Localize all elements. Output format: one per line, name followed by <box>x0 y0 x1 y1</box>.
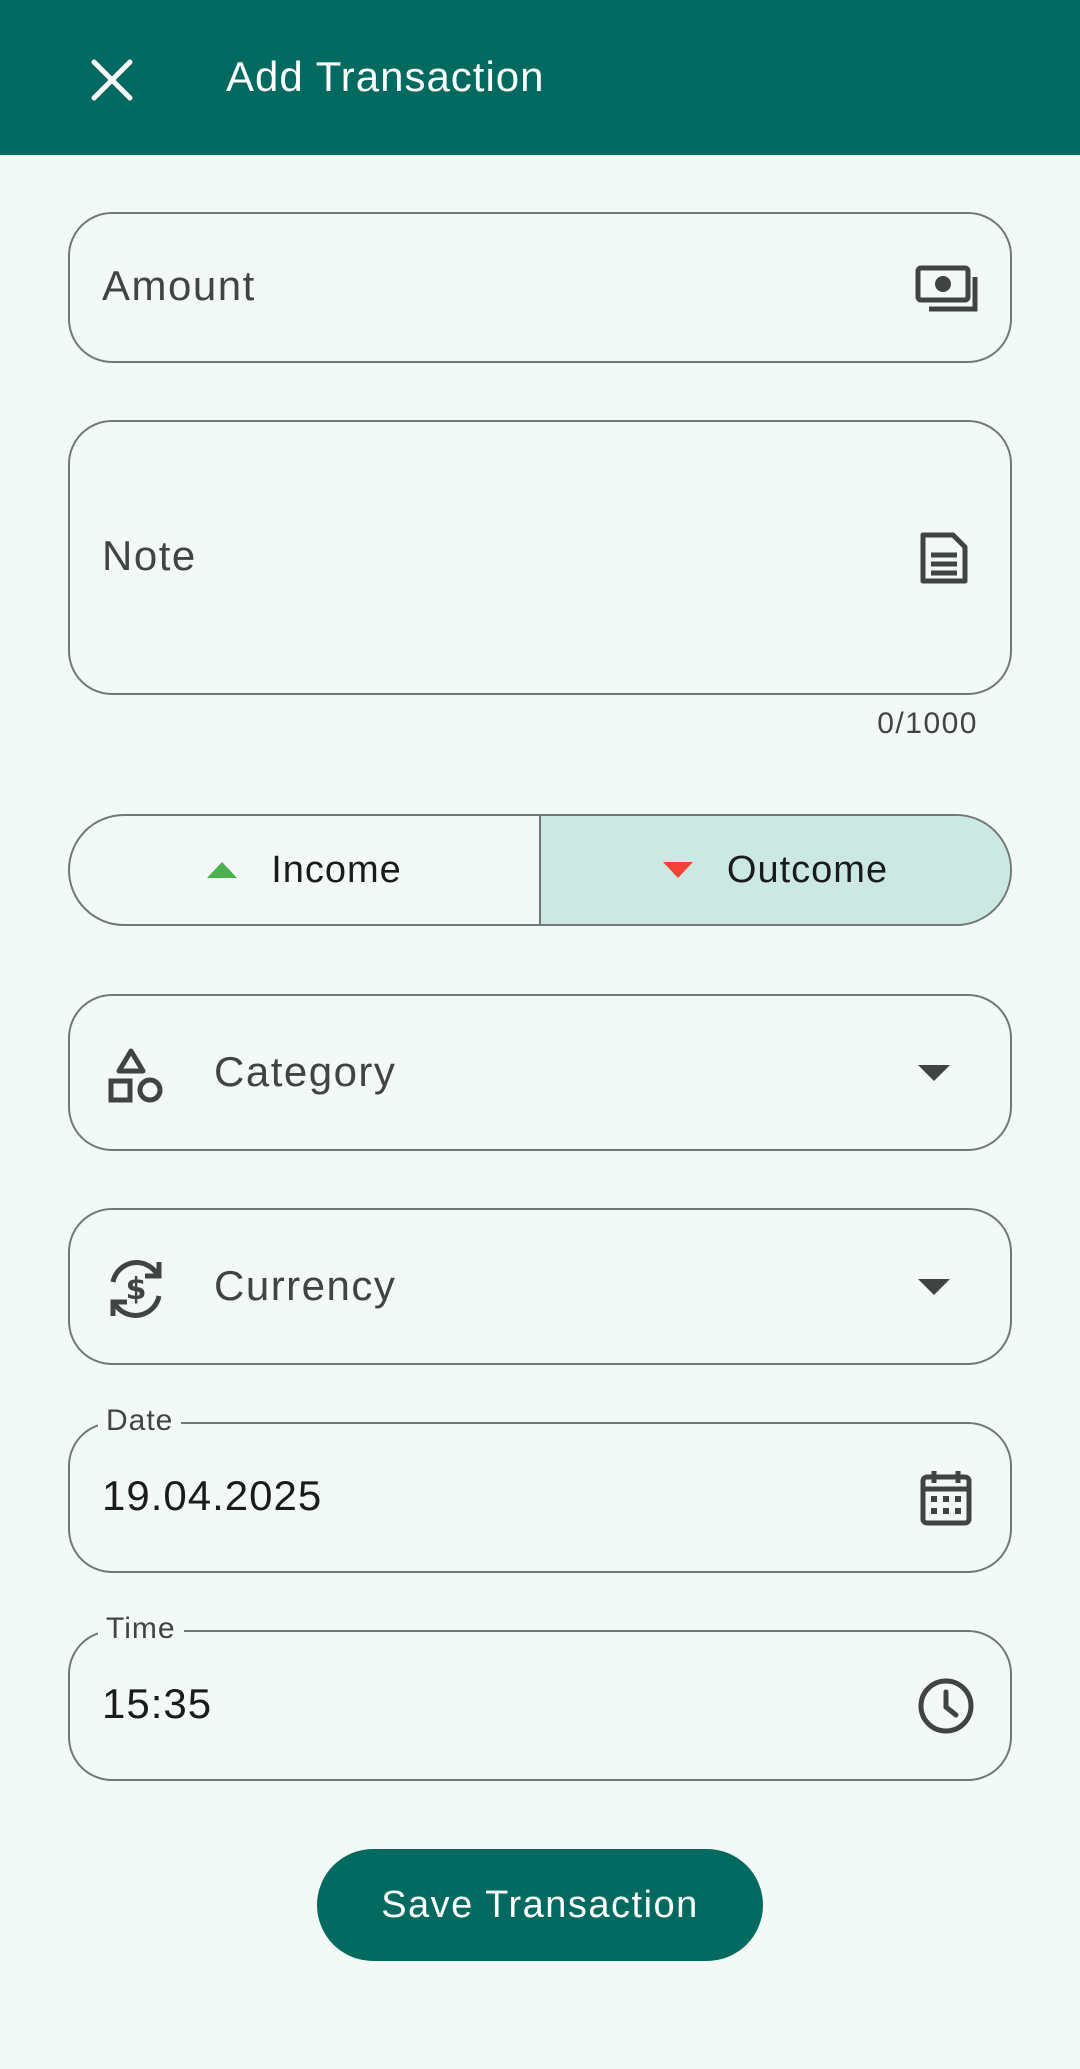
category-dropdown[interactable]: Category <box>68 994 1012 1151</box>
page-title: Add Transaction <box>226 53 545 100</box>
arrow-up-icon <box>207 862 238 878</box>
date-value: 19.04.2025 <box>102 1472 323 1519</box>
date-label: Date <box>98 1404 182 1438</box>
income-label: Income <box>271 848 402 891</box>
time-label: Time <box>98 1612 184 1646</box>
chevron-down-icon <box>918 1064 950 1081</box>
notes-icon <box>916 530 972 586</box>
currency-dropdown[interactable]: $ Currency <box>68 1208 1012 1365</box>
top-app-bar: Add Transaction <box>0 0 1080 155</box>
time-field[interactable]: Time 15:35 <box>68 1612 1012 1781</box>
time-value: 15:35 <box>102 1680 213 1727</box>
clock-icon[interactable] <box>916 1676 976 1736</box>
arrow-down-icon <box>662 862 693 878</box>
outcome-label: Outcome <box>726 848 889 891</box>
currency-exchange-icon: $ <box>102 1255 170 1323</box>
income-segment[interactable]: Income <box>70 816 539 924</box>
close-icon <box>91 59 133 101</box>
note-placeholder: Note <box>102 532 197 579</box>
chevron-down-icon <box>918 1278 950 1295</box>
date-field[interactable]: Date 19.04.2025 <box>68 1404 1012 1573</box>
outcome-segment[interactable]: Outcome <box>539 816 1010 924</box>
category-icon <box>106 1046 166 1106</box>
amount-placeholder: Amount <box>102 262 256 309</box>
calendar-icon[interactable] <box>918 1468 974 1528</box>
note-field[interactable]: Note <box>68 420 1012 695</box>
note-character-counter: 0/1000 <box>877 707 978 740</box>
currency-placeholder: Currency <box>214 1262 397 1309</box>
amount-field[interactable]: Amount <box>68 212 1012 363</box>
close-button[interactable] <box>72 40 152 120</box>
category-placeholder: Category <box>214 1048 397 1095</box>
save-transaction-button[interactable]: Save Transaction <box>317 1849 763 1961</box>
payments-icon <box>914 264 980 314</box>
svg-text:$: $ <box>126 1272 147 1307</box>
transaction-type-toggle: Income Outcome <box>68 814 1012 926</box>
